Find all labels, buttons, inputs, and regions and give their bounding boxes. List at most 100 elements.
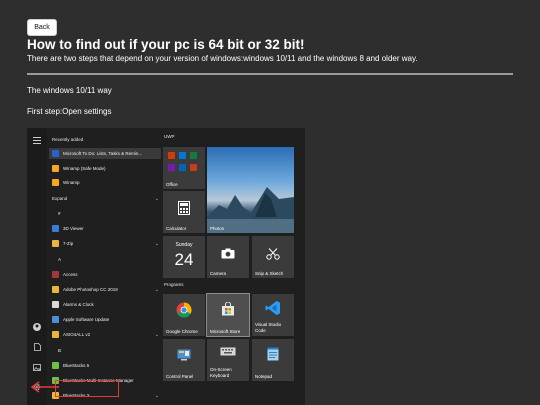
bluestacks-icon xyxy=(52,362,59,369)
hamburger-menu-icon[interactable] xyxy=(32,135,42,145)
app-list-label: 7-Zip xyxy=(63,241,74,246)
tile-label: Microsoft Store xyxy=(210,329,241,334)
app-list-item[interactable]: 7-Zip ⌄ xyxy=(49,238,161,249)
tile-area: UWP Office Photos Calculator Sunday 24 C… xyxy=(162,128,305,405)
folder-icon xyxy=(52,240,59,247)
chevron-down-icon[interactable]: ⌄ xyxy=(155,287,159,293)
tile-calendar[interactable]: Sunday 24 xyxy=(163,236,205,278)
app-list-label: Winamp (Safe Mode) xyxy=(63,166,106,171)
app-list-letter: B xyxy=(49,345,161,356)
page-subtitle: There are two steps that depend on your … xyxy=(27,54,418,63)
app-list-header[interactable]: Expand ⌄ xyxy=(49,193,161,204)
app-list-item[interactable]: 3D Viewer xyxy=(49,223,161,234)
tile-label: Control Panel xyxy=(166,374,194,379)
tile-calculator[interactable]: Calculator xyxy=(163,191,205,233)
cube-icon xyxy=(52,225,59,232)
tile-label: Notepad xyxy=(255,374,273,379)
app-list-label: ASIO4ALL v2 xyxy=(63,332,91,337)
app-list-label: Winamp xyxy=(63,180,80,185)
store-bag-icon xyxy=(207,302,249,316)
chevron-down-icon[interactable]: ⌄ xyxy=(155,241,159,247)
app-list-label: Expand xyxy=(52,196,68,201)
app-list-item[interactable]: Adobe Photoshop CC 2019 ⌄ xyxy=(49,284,161,295)
folder-icon xyxy=(52,331,59,338)
app-list-item[interactable]: Winamp xyxy=(49,177,161,188)
tile-notepad[interactable]: Notepad xyxy=(252,339,294,381)
winamp-icon xyxy=(52,165,59,172)
notepad-icon xyxy=(252,347,294,361)
tile-label: On-Screen Keyboard xyxy=(210,367,232,378)
group-label-uwp: UWP xyxy=(164,134,175,139)
chevron-down-icon[interactable]: ⌄ xyxy=(155,393,159,399)
app-list-label: # xyxy=(58,211,61,216)
app-list-label: Apple Software Update xyxy=(63,317,110,322)
user-avatar-icon[interactable] xyxy=(32,322,42,332)
access-icon xyxy=(52,271,59,278)
tile-label: Visual Studio Code xyxy=(255,322,282,333)
tile-label: Camera xyxy=(210,271,227,276)
start-menu-screenshot: Recently added Microsoft To Do: Lists, Ta… xyxy=(27,128,305,405)
tile-office[interactable]: Office xyxy=(163,147,205,189)
step-text: First step:Open settings xyxy=(27,107,112,116)
tile-photos[interactable]: Photos xyxy=(207,147,294,233)
app-list-item[interactable]: BlueStacks 5 xyxy=(49,360,161,371)
camera-icon xyxy=(207,248,249,259)
app-list-item[interactable]: Alarms & Clock xyxy=(49,299,161,310)
app-list-label: BlueStacks 5 xyxy=(63,363,90,368)
tile-label: Calculator xyxy=(166,226,187,231)
tile-visual-studio-code[interactable]: Visual Studio Code xyxy=(252,294,294,336)
scissors-icon xyxy=(252,248,294,260)
chevron-down-icon[interactable]: ⌄ xyxy=(155,196,159,202)
back-button[interactable]: Back xyxy=(27,19,57,36)
app-list-item[interactable]: Access xyxy=(49,269,161,280)
winamp-icon xyxy=(52,179,59,186)
tile-camera[interactable]: Camera xyxy=(207,236,249,278)
control-panel-icon xyxy=(163,349,205,361)
chrome-icon xyxy=(163,302,205,318)
tile-snip-sketch[interactable]: Snip & Sketch xyxy=(252,236,294,278)
group-label-programs: Programs xyxy=(164,282,184,287)
app-list-label: B xyxy=(58,348,62,353)
app-list-label: 3D Viewer xyxy=(63,226,84,231)
folder-icon xyxy=(52,286,59,293)
tile-control-panel[interactable]: Control Panel xyxy=(163,339,205,381)
documents-icon[interactable] xyxy=(32,342,42,352)
tile-microsoft-store[interactable]: Microsoft Store xyxy=(206,293,250,337)
vscode-icon xyxy=(252,300,294,316)
annotation-highlight-box xyxy=(55,380,119,397)
pictures-icon[interactable] xyxy=(32,362,42,372)
calendar-date: 24 xyxy=(174,250,194,269)
calculator-icon xyxy=(163,201,205,215)
tile-label: Snip & Sketch xyxy=(255,271,284,276)
apple-icon xyxy=(52,316,59,323)
tile-label: Photos xyxy=(210,226,225,231)
app-list-header: Recently added xyxy=(49,134,161,145)
app-list-item[interactable]: Apple Software Update xyxy=(49,314,161,325)
app-list-label: A xyxy=(58,257,62,262)
app-list-item[interactable]: Winamp (Safe Mode) xyxy=(49,163,161,174)
divider xyxy=(27,73,513,75)
calendar-day: Sunday xyxy=(175,242,193,248)
keyboard-icon xyxy=(207,347,249,356)
app-list-letter: # xyxy=(49,208,161,219)
app-list-label: Adobe Photoshop CC 2019 xyxy=(63,287,118,292)
app-list-label: Recently added xyxy=(52,137,84,142)
check-icon xyxy=(52,150,59,157)
app-list: Recently added Microsoft To Do: Lists, Ta… xyxy=(49,128,161,405)
tile-on-screen-keyboard[interactable]: On-Screen Keyboard xyxy=(207,339,249,381)
app-list-label: Microsoft To Do: Lists, Tasks & Remin... xyxy=(63,151,143,156)
page-title: How to find out if your pc is 64 bit or … xyxy=(27,37,305,52)
tile-google-chrome[interactable]: Google Chrome xyxy=(163,294,205,336)
app-list-letter: A xyxy=(49,254,161,265)
chevron-down-icon[interactable]: ⌄ xyxy=(155,332,159,338)
app-list-item[interactable]: Microsoft To Do: Lists, Tasks & Remin... xyxy=(49,148,161,159)
app-list-item[interactable]: ASIO4ALL v2 ⌄ xyxy=(49,329,161,340)
section-title: The windows 10/11 way xyxy=(27,86,112,95)
tile-label: Office xyxy=(166,182,178,187)
start-rail xyxy=(27,128,47,405)
annotation-arrow-icon xyxy=(30,381,59,393)
app-list-label: Access xyxy=(63,272,78,277)
app-list-label: Alarms & Clock xyxy=(63,302,94,307)
clock-icon xyxy=(52,301,59,308)
tile-label: Google Chrome xyxy=(166,329,198,334)
